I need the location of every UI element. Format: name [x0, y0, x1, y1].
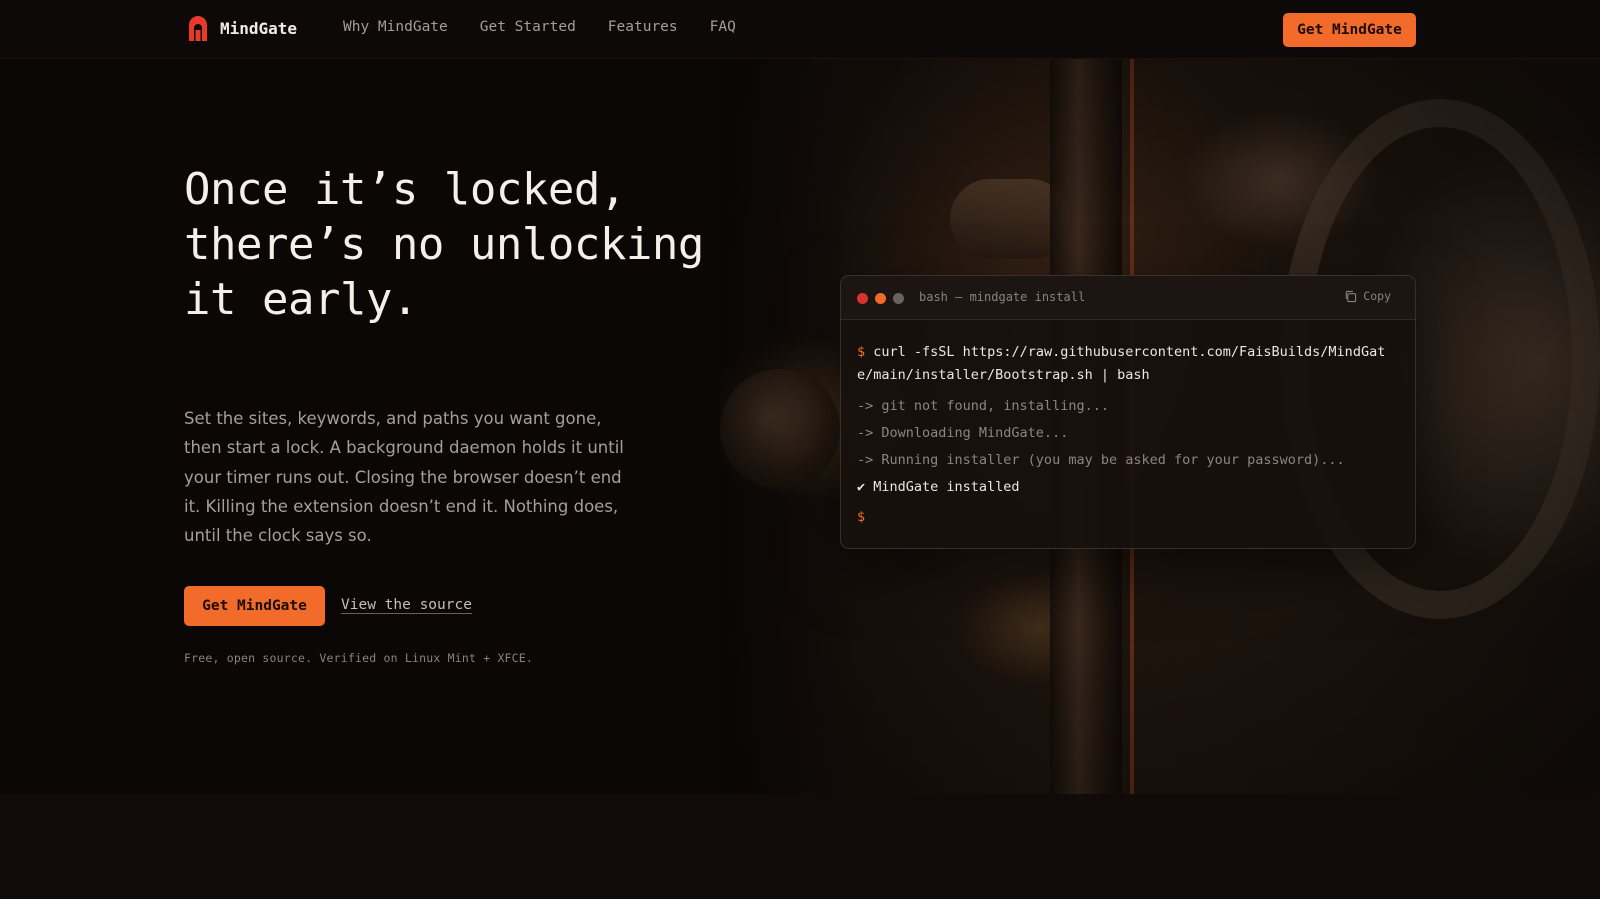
hero-headline: Once it’s locked, there’s no unlocking i…: [184, 164, 704, 325]
next-section: [0, 794, 1600, 899]
install-terminal: bash — mindgate install Copy $ curl -fsS…: [840, 275, 1416, 549]
copy-label: Copy: [1363, 289, 1391, 303]
window-minimize-dot-icon: [875, 293, 886, 304]
copy-command-button[interactable]: Copy: [1344, 289, 1391, 303]
nav-get-mindgate-button[interactable]: Get MindGate: [1283, 13, 1416, 47]
lock-gate-icon: [189, 16, 207, 41]
terminal-output-line: -> git not found, installing...: [857, 398, 1109, 414]
hero-description: Set the sites, keywords, and paths you w…: [184, 409, 624, 546]
terminal-title: bash — mindgate install: [919, 290, 1086, 304]
brand-name: MindGate: [220, 18, 298, 38]
hero-fineprint: Free, open source. Verified on Linux Min…: [184, 651, 534, 665]
brand-logo-link[interactable]: MindGate: [186, 14, 297, 42]
copy-icon: [1346, 290, 1357, 302]
nav-link-features[interactable]: Features: [608, 19, 678, 35]
terminal-header: bash — mindgate install Copy: [841, 276, 1415, 320]
prompt-symbol: $: [857, 509, 866, 525]
terminal-output-line: -> Running installer (you may be asked f…: [857, 452, 1345, 468]
install-command-line[interactable]: $ curl -fsSL https://raw.githubuserconte…: [857, 341, 1397, 387]
view-source-link[interactable]: View the source: [341, 597, 472, 613]
window-maximize-dot-icon: [893, 293, 904, 304]
terminal-success-line: ✔ MindGate installed: [857, 479, 1020, 495]
hero-get-mindgate-button[interactable]: Get MindGate: [184, 586, 325, 626]
nav-link-get-started[interactable]: Get Started: [480, 19, 576, 35]
nav-link-faq[interactable]: FAQ: [710, 19, 736, 35]
nav-link-why[interactable]: Why MindGate: [343, 19, 448, 35]
hero-section: Once it’s locked, there’s no unlocking i…: [0, 59, 1600, 794]
terminal-body: $ curl -fsSL https://raw.githubuserconte…: [841, 320, 1415, 531]
install-command: curl -fsSL https://raw.githubusercontent…: [857, 344, 1386, 383]
terminal-output-line: -> Downloading MindGate...: [857, 425, 1069, 441]
prompt-symbol: $: [857, 344, 866, 360]
nav-links: Why MindGate Get Started Features FAQ: [343, 19, 768, 35]
terminal-prompt-line: $: [857, 504, 1399, 531]
window-close-dot-icon: [857, 293, 868, 304]
top-nav: MindGate Why MindGate Get Started Featur…: [0, 0, 1600, 59]
